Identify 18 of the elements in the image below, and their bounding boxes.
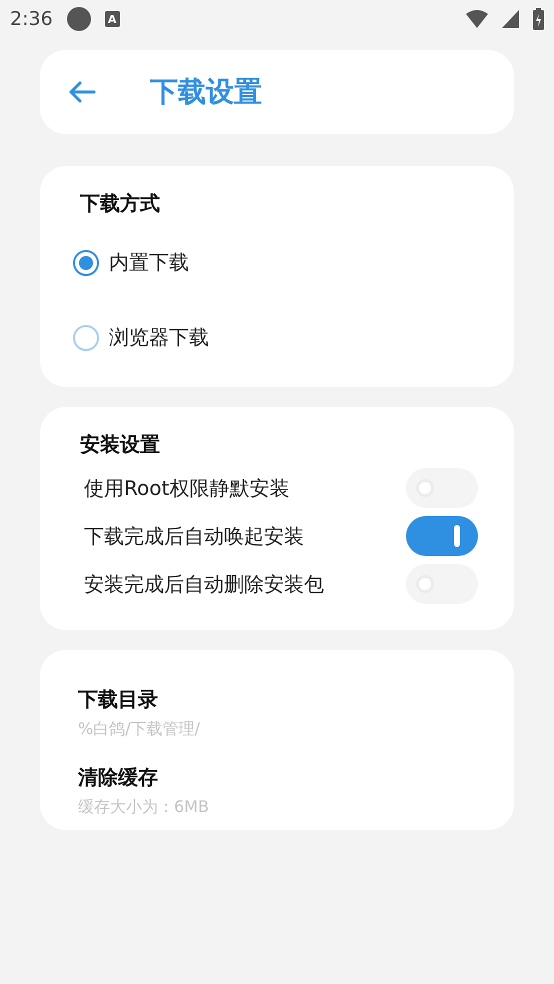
radio-option[interactable]: 内置下载 bbox=[73, 225, 189, 300]
section-title: 下载方式 bbox=[80, 190, 160, 217]
notification-icon: A bbox=[104, 11, 120, 27]
signal-icon bbox=[502, 10, 519, 28]
radio-option[interactable]: 浏览器下载 bbox=[73, 300, 209, 375]
setting-label: 安装完成后自动删除安装包 bbox=[84, 570, 324, 598]
toggle-switch[interactable] bbox=[406, 516, 478, 556]
status-time: 2:36 bbox=[10, 8, 53, 30]
page-title: 下载设置 bbox=[150, 74, 262, 110]
setting-label: 使用Root权限静默安装 bbox=[84, 474, 290, 502]
battery-icon bbox=[533, 8, 544, 30]
notification-dot-icon bbox=[66, 7, 91, 31]
settings-item[interactable]: 下载目录 %白鸽/下载管理/ bbox=[78, 686, 200, 740]
back-button[interactable] bbox=[68, 80, 96, 104]
section-title: 安装设置 bbox=[80, 431, 160, 458]
settings-item[interactable]: 清除缓存 缓存大小为：6MB bbox=[78, 764, 209, 818]
setting-label: 下载完成后自动唤起安装 bbox=[84, 522, 304, 550]
wifi-icon bbox=[466, 10, 488, 28]
